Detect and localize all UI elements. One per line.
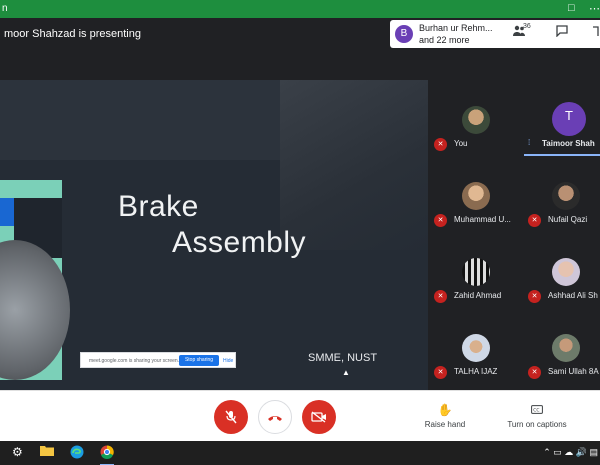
participant-tile[interactable]: ✕ Ashhad Ali Sh [524,232,600,308]
captions-label: Turn on captions [507,420,567,429]
chat-icon-glyph [556,25,568,38]
captions-icon: CC [502,403,572,417]
share-banner-text: meet.google.com is sharing your screen. [89,358,180,364]
mic-muted-icon: ✕ [434,214,447,227]
svg-text:CC: CC [533,408,539,414]
participants-count: 36 [523,23,531,30]
hangup-icon-glyph [268,416,282,421]
mic-muted-icon: ✕ [528,290,541,303]
edge-icon-glyph [70,445,84,459]
folder-icon-glyph [40,446,54,456]
slide-blue-shape [0,198,14,226]
mic-muted-icon: ✕ [434,138,447,151]
hangup-icon[interactable] [258,400,292,434]
participant-name: Zahid Ahmad [454,291,502,300]
file-explorer-icon[interactable] [40,445,54,459]
participant-tile[interactable]: ✕ You [430,80,522,156]
avatar [462,182,490,210]
presenting-label: moor Shahzad is presenting [4,28,141,40]
avatar [462,106,490,134]
mic-muted-icon: ✕ [434,290,447,303]
participant-tile[interactable]: ✕ Sami Ullah 8A [524,308,600,384]
mic-off-icon[interactable] [214,400,248,434]
participant-name: TALHA IJAZ [454,367,498,376]
mic-off-icon-glyph [225,410,237,424]
join-notification[interactable]: B Burhan ur Rehm... and 22 more [390,20,500,48]
avatar [552,334,580,362]
notification-avatar: B [395,25,413,43]
captions-button[interactable]: CC Turn on captions [502,403,572,429]
mic-muted-icon: ✕ [434,366,447,379]
edge-icon[interactable] [70,445,84,462]
camera-off-icon-glyph [311,411,326,423]
slide-texture-right [280,80,428,250]
captions-icon-glyph: CC [531,405,543,414]
share-status-bar: n □ ⋯ [0,0,600,18]
hide-banner-button[interactable]: Hide [223,358,233,364]
slide-title-line1: Brake [118,190,199,223]
notification-line2: and 22 more [419,35,470,45]
raise-hand-button[interactable]: ✋ Raise hand [422,403,468,429]
minimize-icon[interactable]: □ [568,2,575,14]
participant-name: Taimoor Shah [542,139,595,148]
stop-sharing-button[interactable]: Stop sharing [179,355,219,366]
avatar [462,258,490,286]
slide-subtitle: SMME, NUST [308,352,378,364]
avatar [552,182,580,210]
avatar: T [552,102,586,136]
raise-hand-label: Raise hand [424,420,466,429]
participant-name: Muhammad U... [454,215,511,224]
share-status-text: n [2,3,8,14]
participant-tile[interactable]: ✕ Muhammad U... [430,156,522,232]
hand-icon: ✋ [437,403,453,417]
windows-taskbar: ⚙ ⌃ ▭ ☁ 🔊 ▤ [0,441,600,465]
meet-window: n □ ⋯ moor Shahzad is presenting B Burha… [0,0,600,465]
slide-title-line2: Assembly [172,226,307,259]
participant-tile[interactable]: ✕ TALHA IJAZ [430,308,522,384]
call-controls-bar: ✋ Raise hand CC Turn on captions [0,390,600,441]
notification-line1: Burhan ur Rehm... [419,23,493,33]
activities-icon[interactable] [592,25,600,40]
avatar [552,258,580,286]
participant-name: Ashhad Ali Sh [548,291,598,300]
screen-share-banner: meet.google.com is sharing your screen. … [80,352,236,368]
participants-grid: ✕ You T ⁞ Taimoor Shah ✕ Muhammad U... ✕… [430,80,600,390]
chrome-icon-glyph [100,445,114,459]
activities-icon-glyph [593,26,599,36]
shared-slide: Brake Assembly SMME, NUST ▲ meet.google.… [0,80,428,390]
mic-muted-icon: ✕ [528,214,541,227]
participant-name: You [454,139,468,148]
settings-icon[interactable]: ⚙ [12,445,23,459]
meeting-tools: 36 [498,20,600,48]
system-tray[interactable]: ⌃ ▭ ☁ 🔊 ▤ [543,447,598,458]
presentation-header: moor Shahzad is presenting B Burhan ur R… [0,18,600,80]
participant-tile[interactable]: ✕ Zahid Ahmad [430,232,522,308]
participant-tile[interactable]: ✕ Nufail Qazi [524,156,600,232]
participant-tile[interactable]: T ⁞ Taimoor Shah [524,80,600,156]
participant-name: Sami Ullah 8A [548,367,599,376]
speaking-indicator-icon: ⁞ [528,138,531,147]
slide-texture-top [0,80,300,160]
avatar [462,334,490,362]
chrome-icon[interactable] [100,445,114,465]
mouse-cursor-icon: ▲ [342,368,350,377]
more-icon[interactable]: ⋯ [589,2,600,15]
participant-name: Nufail Qazi [548,215,588,224]
camera-off-icon[interactable] [302,400,336,434]
mic-muted-icon: ✕ [528,366,541,379]
chat-icon[interactable] [556,25,568,40]
